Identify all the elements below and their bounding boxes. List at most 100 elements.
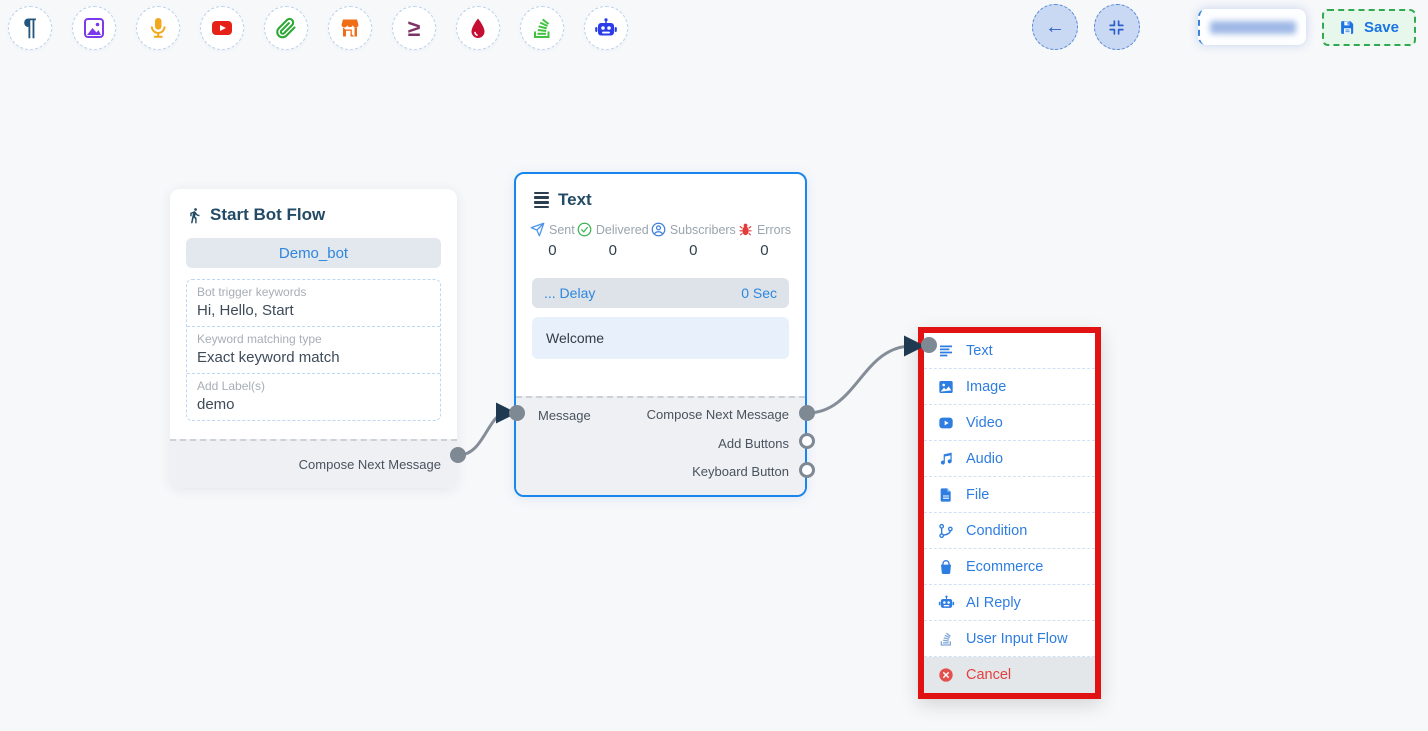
field-label: Add Label(s) bbox=[197, 379, 430, 393]
toolbar-button-audio[interactable] bbox=[136, 6, 180, 50]
text-node[interactable]: Text Sent 0 Delivered 0 bbox=[514, 172, 807, 497]
toolbar-button-image[interactable] bbox=[72, 6, 116, 50]
floppy-disk-icon bbox=[1339, 19, 1356, 36]
fit-view-button[interactable] bbox=[1094, 4, 1140, 50]
toolbar-button-file[interactable] bbox=[264, 6, 308, 50]
stat-delivered: Delivered 0 bbox=[577, 222, 649, 259]
menu-item-label: Video bbox=[966, 415, 1003, 431]
menu-item-video[interactable]: Video bbox=[924, 405, 1095, 441]
toolbar-button-drip[interactable] bbox=[456, 6, 500, 50]
toolbar-button-ecommerce[interactable] bbox=[328, 6, 372, 50]
stat-label: Subscribers bbox=[670, 223, 736, 237]
text-compose-output-handle[interactable] bbox=[799, 405, 815, 421]
condition-branch-icon bbox=[937, 523, 955, 539]
greater-equal-icon: ≥ bbox=[408, 17, 421, 40]
toolbar-button-user-input[interactable] bbox=[520, 6, 564, 50]
menu-item-ai-reply[interactable]: AI Reply bbox=[924, 585, 1095, 621]
redacted-button[interactable] bbox=[1198, 9, 1306, 45]
youtube-icon bbox=[210, 16, 234, 40]
text-node-stats: Sent 0 Delivered 0 Subscribers bbox=[516, 210, 805, 267]
drag-handle-icon[interactable] bbox=[534, 192, 549, 209]
message-input-label: Message bbox=[538, 408, 591, 423]
field-value: Hi, Hello, Start bbox=[197, 302, 430, 319]
field-value: demo bbox=[197, 396, 430, 413]
menu-item-label: Cancel bbox=[966, 667, 1011, 683]
start-output-handle[interactable] bbox=[450, 447, 466, 463]
toolbar-button-text[interactable]: ¶ bbox=[8, 6, 52, 50]
stat-sent: Sent 0 bbox=[530, 222, 575, 259]
menu-item-label: Text bbox=[966, 343, 993, 359]
image-icon bbox=[937, 379, 955, 395]
save-button[interactable]: Save bbox=[1322, 9, 1416, 46]
text-add-buttons-handle[interactable] bbox=[799, 433, 815, 449]
menu-item-label: File bbox=[966, 487, 989, 503]
toolbar-button-condition[interactable]: ≥ bbox=[392, 6, 436, 50]
menu-item-user-input-flow[interactable]: User Input Flow bbox=[924, 621, 1095, 657]
text-lines-icon bbox=[937, 343, 955, 359]
file-icon bbox=[937, 487, 955, 503]
menu-item-label: Audio bbox=[966, 451, 1003, 467]
start-node-footer: Compose Next Message bbox=[170, 439, 457, 488]
stat-value: 0 bbox=[738, 242, 791, 259]
check-circle-icon bbox=[577, 222, 592, 237]
stat-errors: Errors 0 bbox=[738, 222, 791, 259]
stat-value: 0 bbox=[577, 242, 649, 259]
text-message-input-handle[interactable] bbox=[509, 405, 525, 421]
menu-item-label: AI Reply bbox=[966, 595, 1021, 611]
topbar-right: ← Save bbox=[1032, 4, 1416, 50]
menu-item-file[interactable]: File bbox=[924, 477, 1095, 513]
start-node-fields: Bot trigger keywords Hi, Hello, Start Ke… bbox=[186, 279, 441, 421]
start-output-label: Compose Next Message bbox=[299, 457, 441, 472]
robot-icon bbox=[937, 594, 955, 611]
bug-icon bbox=[738, 222, 753, 237]
text-keyboard-button-handle[interactable] bbox=[799, 462, 815, 478]
menu-item-label: User Input Flow bbox=[966, 631, 1068, 647]
back-arrow-icon: ← bbox=[1045, 16, 1065, 39]
stat-subscribers: Subscribers 0 bbox=[651, 222, 736, 259]
user-circle-icon bbox=[651, 222, 666, 237]
output-compose-next-message: Compose Next Message bbox=[647, 404, 789, 426]
image-icon bbox=[82, 16, 106, 40]
field-keyword-matching-type[interactable]: Keyword matching type Exact keyword matc… bbox=[187, 327, 440, 374]
start-node-title: Start Bot Flow bbox=[210, 205, 325, 225]
back-button[interactable]: ← bbox=[1032, 4, 1078, 50]
menu-item-audio[interactable]: Audio bbox=[924, 441, 1095, 477]
output-keyboard-button: Keyboard Button bbox=[647, 461, 789, 483]
output-add-buttons: Add Buttons bbox=[647, 433, 789, 455]
start-node-header: Start Bot Flow bbox=[170, 189, 457, 225]
field-label: Bot trigger keywords bbox=[197, 285, 430, 299]
bot-name-button[interactable]: Demo_bot bbox=[186, 238, 441, 268]
field-bot-trigger-keywords[interactable]: Bot trigger keywords Hi, Hello, Start bbox=[187, 280, 440, 327]
user-input-icon bbox=[937, 631, 955, 647]
menu-item-image[interactable]: Image bbox=[924, 369, 1095, 405]
walking-person-icon bbox=[186, 207, 203, 224]
toolbar-button-ai[interactable] bbox=[584, 6, 628, 50]
text-node-outputs: Compose Next Message Add Buttons Keyboar… bbox=[647, 404, 789, 483]
menu-target-handle[interactable] bbox=[921, 337, 937, 353]
text-node-header: Text bbox=[516, 174, 805, 210]
menu-item-cancel[interactable]: Cancel bbox=[924, 657, 1095, 693]
delay-value: 0 Sec bbox=[741, 285, 777, 301]
stat-label: Errors bbox=[757, 223, 791, 237]
menu-item-label: Condition bbox=[966, 523, 1027, 539]
audio-note-icon bbox=[937, 451, 955, 467]
cancel-circle-icon bbox=[937, 667, 955, 683]
stat-label: Delivered bbox=[596, 223, 649, 237]
robot-icon bbox=[594, 16, 618, 40]
add-node-menu: Text Image Video Audio bbox=[918, 327, 1101, 699]
microphone-icon bbox=[146, 16, 170, 40]
menu-item-text[interactable]: Text bbox=[924, 333, 1095, 369]
text-node-title: Text bbox=[558, 190, 592, 210]
attachment-icon bbox=[274, 16, 298, 40]
redacted-label bbox=[1210, 21, 1296, 34]
video-icon bbox=[937, 415, 955, 431]
message-text-box[interactable]: Welcome bbox=[532, 317, 789, 359]
start-bot-flow-node[interactable]: Start Bot Flow Demo_bot Bot trigger keyw… bbox=[170, 189, 457, 488]
menu-item-condition[interactable]: Condition bbox=[924, 513, 1095, 549]
user-input-icon bbox=[530, 16, 554, 40]
menu-item-ecommerce[interactable]: Ecommerce bbox=[924, 549, 1095, 585]
field-add-labels[interactable]: Add Label(s) demo bbox=[187, 374, 440, 420]
toolbar-button-video[interactable] bbox=[200, 6, 244, 50]
drop-icon bbox=[466, 16, 490, 40]
delay-row[interactable]: ... Delay 0 Sec bbox=[532, 278, 789, 308]
